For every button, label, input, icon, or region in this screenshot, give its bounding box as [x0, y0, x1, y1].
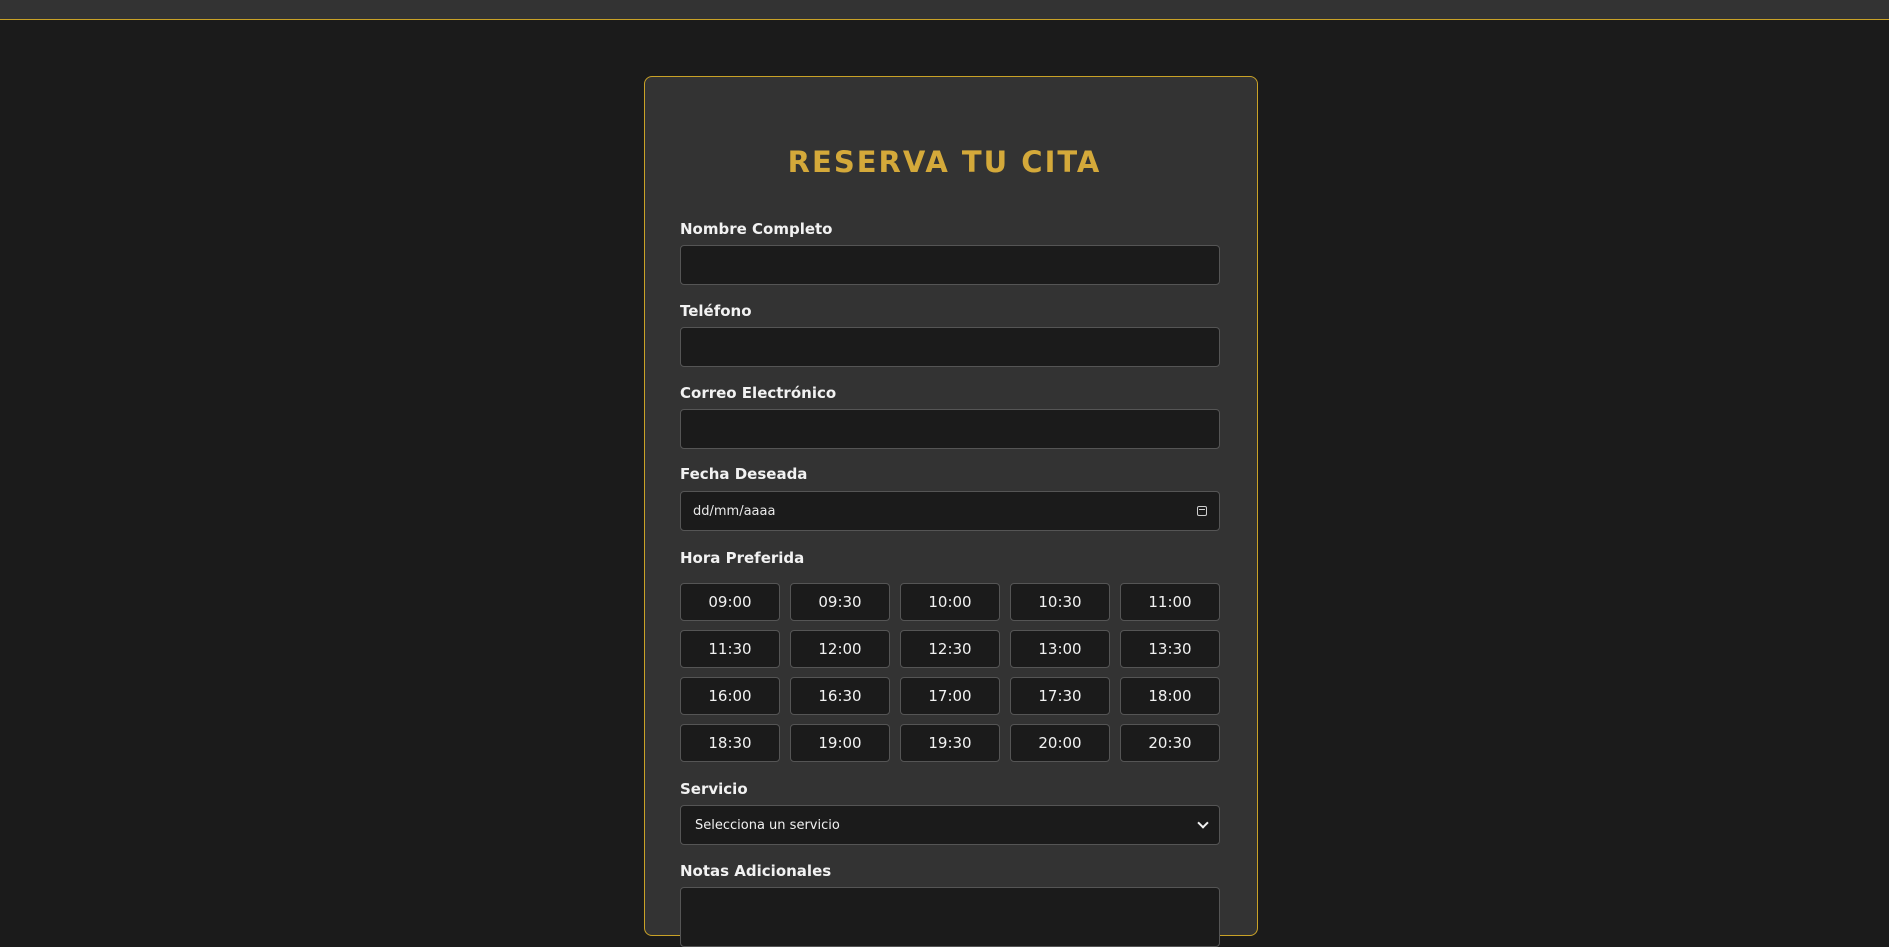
time-slot-button[interactable]: 12:00 [790, 630, 890, 668]
time-slot-button[interactable]: 13:30 [1120, 630, 1220, 668]
service-label: Servicio [680, 780, 748, 798]
name-label: Nombre Completo [680, 220, 833, 238]
time-slot-button[interactable]: 19:30 [900, 724, 1000, 762]
time-label: Hora Preferida [680, 549, 805, 567]
notes-textarea[interactable] [680, 887, 1220, 947]
phone-input[interactable] [680, 327, 1220, 367]
time-slot-button[interactable]: 09:30 [790, 583, 890, 621]
email-input[interactable] [680, 409, 1220, 449]
time-slot-button[interactable]: 10:30 [1010, 583, 1110, 621]
time-slot-button[interactable]: 17:30 [1010, 677, 1110, 715]
top-navbar [0, 0, 1889, 20]
time-slot-button[interactable]: 20:30 [1120, 724, 1220, 762]
time-slot-grid: 09:00 09:30 10:00 10:30 11:00 11:30 12:00 12:30… [680, 583, 1222, 762]
time-slot-button[interactable]: 18:00 [1120, 677, 1220, 715]
time-slot-button[interactable]: 11:30 [680, 630, 780, 668]
email-label: Correo Electrónico [680, 384, 837, 402]
time-slot-button[interactable]: 20:00 [1010, 724, 1110, 762]
date-label: Fecha Deseada [680, 465, 808, 483]
time-slot-button[interactable]: 17:00 [900, 677, 1000, 715]
form-title: RESERVA TU CITA [787, 145, 1102, 179]
time-slot-button[interactable]: 19:00 [790, 724, 890, 762]
time-slot-button[interactable]: 10:00 [900, 583, 1000, 621]
phone-label: Teléfono [680, 302, 752, 320]
service-select-value: Selecciona un servicio [695, 817, 840, 833]
date-placeholder: dd/mm/aaaa [693, 503, 776, 519]
time-slot-button[interactable]: 18:30 [680, 724, 780, 762]
chevron-down-icon [1197, 817, 1209, 829]
time-slot-button[interactable]: 11:00 [1120, 583, 1220, 621]
notes-label: Notas Adicionales [680, 862, 832, 880]
service-select[interactable]: Selecciona un servicio [680, 805, 1220, 845]
time-slot-button[interactable]: 16:00 [680, 677, 780, 715]
calendar-icon[interactable] [1197, 506, 1207, 516]
time-slot-button[interactable]: 16:30 [790, 677, 890, 715]
time-slot-button[interactable]: 12:30 [900, 630, 1000, 668]
date-input[interactable]: dd/mm/aaaa [680, 491, 1220, 531]
time-slot-button[interactable]: 09:00 [680, 583, 780, 621]
time-slot-button[interactable]: 13:00 [1010, 630, 1110, 668]
full-name-input[interactable] [680, 245, 1220, 285]
